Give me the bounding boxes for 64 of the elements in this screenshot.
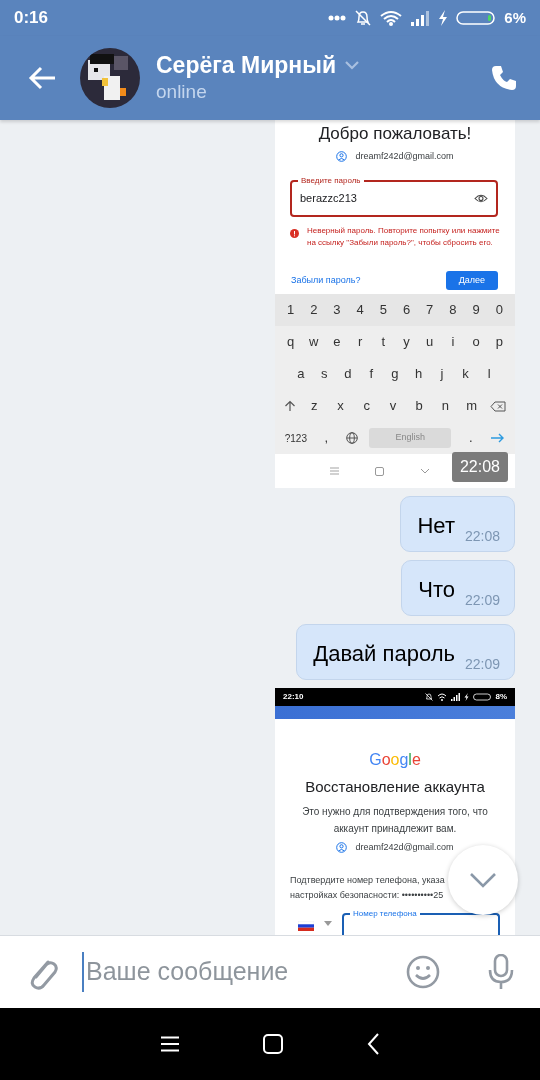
account-email: dreamf242d@gmail.com: [355, 150, 454, 163]
keyboard-key[interactable]: 1: [282, 300, 299, 320]
keyboard-key[interactable]: k: [457, 364, 474, 384]
keyboard-key[interactable]: q: [282, 332, 299, 352]
comma-key[interactable]: ,: [318, 428, 335, 448]
online-status: online: [156, 80, 208, 104]
keyboard-key[interactable]: v: [385, 396, 401, 416]
message-time: 22:09: [464, 655, 500, 674]
forgot-password-link[interactable]: Забыли пароль?: [291, 273, 361, 287]
symbols-key[interactable]: ?123: [284, 430, 307, 446]
message-text: Что: [418, 576, 455, 604]
keyboard-key[interactable]: u: [421, 332, 438, 352]
keyboard-key[interactable]: 4: [352, 300, 369, 320]
battery-percent: 6%: [504, 7, 526, 28]
keyboard-key[interactable]: z: [306, 396, 323, 416]
keyboard-key[interactable]: 3: [328, 300, 345, 320]
keyboard-key[interactable]: b: [411, 396, 428, 416]
account-email: dreamf242d@gmail.com: [355, 841, 454, 854]
keyboard-key[interactable]: h: [410, 364, 427, 384]
google-logo: Google: [369, 750, 421, 770]
description-text: Это нужно для подтверждения того, что аккаунт принадлежит вам.: [301, 805, 489, 836]
field-value: berazzc213: [300, 190, 357, 206]
keyboard-key[interactable]: a: [292, 364, 309, 384]
prompt-text: настройках безопасности: ••••••••••25: [290, 888, 444, 902]
message-text: Нет: [417, 512, 455, 540]
keyboard-key[interactable]: x: [332, 396, 349, 416]
prompt-text: Подтвердите номер телефона, указа: [290, 873, 445, 887]
message-text: Давай пароль: [313, 640, 455, 668]
keyboard-key[interactable]: i: [444, 332, 461, 352]
screen-heading: Восстановление аккаунта: [304, 777, 486, 797]
keyboard-key[interactable]: y: [398, 332, 415, 352]
keyboard-key[interactable]: 2: [305, 300, 322, 320]
error-message: Неверный пароль. Повторите попытку или нажмите на ссылку "Забыли пароль?", чтобы сбросить его.: [307, 224, 501, 249]
next-button[interactable]: Далее: [445, 270, 498, 290]
keyboard-key[interactable]: 7: [421, 300, 438, 320]
keyboard-key[interactable]: o: [468, 332, 485, 352]
message-time: 22:08: [464, 527, 500, 546]
keyboard-key[interactable]: g: [386, 364, 403, 384]
keyboard-key[interactable]: p: [491, 332, 508, 352]
message-time: 22:09: [464, 591, 500, 610]
keyboard-key[interactable]: e: [328, 332, 345, 352]
keyboard-key[interactable]: 6: [398, 300, 415, 320]
keyboard-key[interactable]: 0: [491, 300, 508, 320]
period-key[interactable]: .: [462, 428, 479, 448]
keyboard-key[interactable]: m: [463, 396, 480, 416]
keyboard-key[interactable]: s: [316, 364, 333, 384]
keyboard-key[interactable]: 5: [375, 300, 392, 320]
message-time: 22:08: [451, 452, 508, 482]
keyboard-key[interactable]: w: [305, 332, 322, 352]
keyboard-key[interactable]: n: [437, 396, 454, 416]
keyboard-key[interactable]: l: [481, 364, 498, 384]
battery-percent: 8%: [495, 691, 507, 703]
screen-heading: Добро пожаловать!: [317, 123, 473, 145]
clock-time: 0:16: [14, 7, 49, 30]
keyboard-key[interactable]: f: [363, 364, 380, 384]
keyboard-key[interactable]: t: [375, 332, 392, 352]
keyboard-key[interactable]: 8: [444, 300, 461, 320]
keyboard-key[interactable]: r: [352, 332, 369, 352]
keyboard-key[interactable]: 9: [468, 300, 485, 320]
clock-time: 22:10: [283, 691, 304, 703]
contact-name: Серёга Мирный: [156, 51, 337, 79]
keyboard-key[interactable]: c: [358, 396, 375, 416]
keyboard-key[interactable]: d: [339, 364, 356, 384]
keyboard-key[interactable]: j: [434, 364, 451, 384]
